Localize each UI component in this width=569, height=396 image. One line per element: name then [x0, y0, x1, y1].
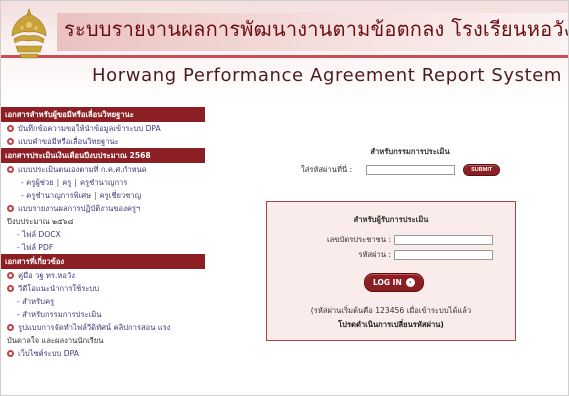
bullet-icon [7, 272, 14, 279]
sidebar-link-teacher[interactable]: ครู [62, 178, 71, 187]
sidebar-item-label: บันทึกข้อความขอให้นำข้อมูลเข้าระบบ DPA [18, 124, 161, 133]
school-emblem-icon [11, 8, 47, 59]
password-label: รหัสผ่าน : [358, 250, 391, 259]
committee-password-input[interactable] [366, 165, 456, 175]
sidebar-item-label: รูปแบบการจัดทำไฟล์วีดิทัศน์ คลิปการสอน แ… [18, 323, 171, 332]
evaluatee-login-box: สำหรับผู้รับการประเมิน เลขบัตรประชาชน : … [266, 201, 516, 341]
bullet-icon [7, 350, 14, 357]
sidebar-item-video-guide: วีดีโอแนะนำการใช้ระบบ [1, 282, 205, 295]
sidebar-link-video-teacher[interactable]: - สำหรับครู [1, 295, 205, 308]
bullet-icon [7, 125, 14, 132]
id-card-input[interactable] [394, 235, 493, 245]
committee-panel-title: สำหรับกรรมการประเมิน [370, 147, 450, 156]
bullet-icon [7, 138, 14, 145]
default-password-note: (รหัสผ่านเริ่มต้นคือ 123456 เมื่อเข้าระบ… [310, 306, 472, 315]
password-row: รหัสผ่าน : [306, 249, 493, 261]
sidebar-item-label: วีดีโอแนะนำการใช้ระบบ [18, 284, 100, 293]
sidebar-item-video-format[interactable]: รูปแบบการจัดทำไฟล์วีดิทัศน์ คลิปการสอน แ… [1, 321, 205, 334]
site-title-english: Horwang Performance Agreement Report Sys… [92, 65, 563, 86]
header-divider [1, 55, 568, 58]
committee-panel: สำหรับกรรมการประเมิน [285, 146, 535, 158]
sidebar-menu: เอกสารสำหรับผู้ขอมีหรือเลื่อนวิทยฐานะ บั… [1, 107, 205, 395]
sidebar-link-assistant-teacher[interactable]: ครูผู้ช่วย [26, 178, 53, 187]
sidebar-item-dpa-website[interactable]: เว็บไซต์ระบบ DPA [1, 347, 205, 360]
evaluatee-login-title: สำหรับผู้รับการประเมิน [353, 215, 429, 224]
sidebar-item-label: คู่มือ วฐ ทร.หอวัง [18, 271, 75, 280]
sidebar-link-docx[interactable]: - ไฟล์ DOCX [1, 228, 205, 241]
bullet-icon [7, 205, 14, 212]
site-title-thai: ระบบรายงานผลการพัฒนางานตามข้อตกลง โรงเรี… [64, 17, 568, 41]
sidebar-link-senior-professional-teacher[interactable]: ครูชำนาญการพิเศษ [26, 191, 91, 200]
sidebar-section-title: เอกสารสำหรับผู้ขอมีหรือเลื่อนวิทยฐานะ [1, 107, 205, 122]
bullet-icon [7, 324, 14, 331]
id-label: เลขบัตรประชาชน : [327, 235, 391, 244]
sidebar-item-label: เว็บไซต์ระบบ DPA [18, 349, 79, 358]
sidebar-link-pdf[interactable]: - ไฟล์ PDF [1, 241, 205, 254]
page-frame: ระบบรายงานผลการพัฒนางานตามข้อตกลง โรงเรี… [0, 0, 569, 396]
sidebar-item-self-assessment: แบบประเมินตนเองตามที่ ก.ค.ศ.กำหนด [1, 163, 205, 176]
sidebar-item-performance-report: แบบรายงานผลการปฏิบัติงานของครูฯ [1, 202, 205, 215]
sidebar-item-label: บันดาลใจ และผลงานนักเรียน [7, 336, 104, 345]
bullet-icon [7, 166, 14, 173]
sidebar-item-manual[interactable]: คู่มือ วฐ ทร.หอวัง [1, 269, 205, 282]
committee-password-label: ใส่รหัสผ่านที่นี่ : [301, 165, 353, 174]
committee-password-row: ใส่รหัสผ่านที่นี่ : SUBMIT [301, 164, 501, 176]
sidebar-link-professional-teacher[interactable]: ครูชำนาญการ [80, 178, 127, 187]
id-row: เลขบัตรประชาชน : [306, 234, 493, 246]
login-button-label: LOG IN [373, 278, 402, 287]
sidebar-item-label: ปีงบประมาณ ๒๕๖๘ [7, 217, 74, 226]
bullet-icon [7, 285, 14, 292]
sidebar-link-video-committee[interactable]: - สำหรับกรรมการประเมิน [1, 308, 205, 321]
arrow-right-icon: › [405, 278, 415, 287]
sidebar-item-label: แบบประเมินตนเองตามที่ ก.ค.ศ.กำหนด [18, 165, 147, 174]
sidebar-item-request-form[interactable]: แบบคำขอมีหรือเลื่อนวิทยฐานะ [1, 135, 205, 148]
sidebar-item-label: แบบรายงานผลการปฏิบัติงานของครูฯ [18, 204, 141, 213]
sidebar-section-title: เอกสารที่เกี่ยวข้อง [1, 254, 205, 269]
change-password-note: โปรดดำเนินการเปลี่ยนรหัสผ่าน) [338, 320, 444, 329]
sidebar-sublinks-row: - ครูผู้ช่วย | ครู | ครูชำนาญการ [21, 178, 128, 187]
sidebar-section-title: เอกสารประเมินเงินเดือนปีงบประมาณ 2568 [1, 148, 205, 163]
site-header: ระบบรายงานผลการพัฒนางานตามข้อตกลง โรงเรี… [1, 1, 568, 102]
sidebar-sublinks-row: - ครูชำนาญการพิเศษ | ครูเชี่ยวชาญ [21, 191, 142, 200]
sidebar-item-dpa-memo[interactable]: บันทึกข้อความขอให้นำข้อมูลเข้าระบบ DPA [1, 122, 205, 135]
sidebar-link-expert-teacher[interactable]: ครูเชี่ยวชาญ [100, 191, 142, 200]
login-button[interactable]: LOG IN › [364, 273, 424, 292]
committee-submit-button[interactable]: SUBMIT [463, 164, 501, 176]
sidebar-item-label: แบบคำขอมีหรือเลื่อนวิทยฐานะ [18, 137, 119, 146]
password-input[interactable] [394, 250, 493, 260]
